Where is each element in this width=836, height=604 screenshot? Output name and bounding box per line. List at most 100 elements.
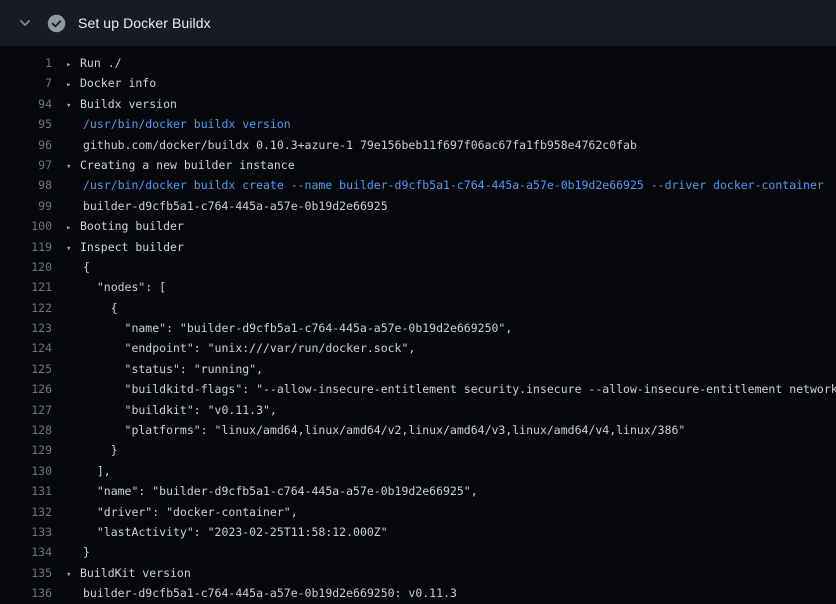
log-group-toggle[interactable]: ▸Docker info — [66, 73, 836, 93]
log-output-text: } — [66, 440, 836, 460]
line-number[interactable]: 98 — [16, 175, 52, 195]
log-line: 129 } — [0, 440, 836, 460]
group-label: Run ./ — [80, 56, 122, 70]
line-number[interactable]: 100 — [16, 216, 52, 236]
log-line: 132 "driver": "docker-container", — [0, 502, 836, 522]
line-number[interactable]: 125 — [16, 359, 52, 379]
line-number[interactable]: 97 — [16, 155, 52, 175]
line-number[interactable]: 129 — [16, 440, 52, 460]
log-output-text: "platforms": "linux/amd64,linux/amd64/v2… — [66, 420, 836, 440]
log-group-toggle[interactable]: ▾Inspect builder — [66, 237, 836, 257]
log-output-text: { — [66, 257, 836, 277]
log-line: 120 { — [0, 257, 836, 277]
triangle-expanded-icon: ▾ — [66, 239, 80, 257]
line-number[interactable]: 123 — [16, 318, 52, 338]
triangle-collapsed-icon: ▸ — [66, 75, 80, 93]
check-circle-icon — [46, 13, 66, 33]
log-output-text: builder-d9cfb5a1-c764-445a-a57e-0b19d2e6… — [66, 196, 836, 216]
line-number[interactable]: 131 — [16, 481, 52, 501]
log-group-toggle[interactable]: ▸Booting builder — [66, 216, 836, 236]
line-number[interactable]: 7 — [16, 73, 52, 93]
triangle-expanded-icon: ▾ — [66, 565, 80, 583]
log-line: 119 ▾Inspect builder — [0, 237, 836, 257]
log-output-text: "lastActivity": "2023-02-25T11:58:12.000… — [66, 522, 836, 542]
log-line: 134 } — [0, 542, 836, 562]
log-output-text: "endpoint": "unix:///var/run/docker.sock… — [66, 338, 836, 358]
step-title: Set up Docker Buildx — [78, 15, 211, 31]
log-output-text: "name": "builder-d9cfb5a1-c764-445a-a57e… — [66, 481, 836, 501]
line-number[interactable]: 135 — [16, 563, 52, 583]
line-number[interactable]: 132 — [16, 502, 52, 522]
log-group-toggle[interactable]: ▸Run ./ — [66, 53, 836, 73]
group-label: BuildKit version — [80, 566, 191, 580]
log-lines: 1 ▸Run ./ 7 ▸Docker info 94 ▾Buildx vers… — [0, 46, 836, 604]
log-line: 123 "name": "builder-d9cfb5a1-c764-445a-… — [0, 318, 836, 338]
line-number[interactable]: 133 — [16, 522, 52, 542]
log-output-text: "buildkit": "v0.11.3", — [66, 400, 836, 420]
line-number[interactable]: 99 — [16, 196, 52, 216]
line-number[interactable]: 128 — [16, 420, 52, 440]
log-group-toggle[interactable]: ▾Creating a new builder instance — [66, 155, 836, 175]
log-line: 100 ▸Booting builder — [0, 216, 836, 236]
log-output-text: ], — [66, 461, 836, 481]
log-output-text: "driver": "docker-container", — [66, 502, 836, 522]
log-output-text: "buildkitd-flags": "--allow-insecure-ent… — [66, 379, 836, 399]
log-line: 7 ▸Docker info — [0, 73, 836, 93]
line-number[interactable]: 1 — [16, 53, 52, 73]
log-group-toggle[interactable]: ▾BuildKit version — [66, 563, 836, 583]
log-line: 128 "platforms": "linux/amd64,linux/amd6… — [0, 420, 836, 440]
line-number[interactable]: 120 — [16, 257, 52, 277]
log-output-text: { — [66, 298, 836, 318]
log-output-text: builder-d9cfb5a1-c764-445a-a57e-0b19d2e6… — [66, 583, 836, 603]
log-line: 98 /usr/bin/docker buildx create --name … — [0, 175, 836, 195]
log-line: 96 github.com/docker/buildx 0.10.3+azure… — [0, 135, 836, 155]
log-output-text: "nodes": [ — [66, 277, 836, 297]
group-label: Inspect builder — [80, 240, 184, 254]
log-line: 121 "nodes": [ — [0, 277, 836, 297]
line-number[interactable]: 95 — [16, 114, 52, 134]
group-label: Buildx version — [80, 97, 177, 111]
step-header: Set up Docker Buildx — [0, 0, 836, 46]
triangle-expanded-icon: ▾ — [66, 157, 80, 175]
log-line: 136 builder-d9cfb5a1-c764-445a-a57e-0b19… — [0, 583, 836, 603]
log-line: 124 "endpoint": "unix:///var/run/docker.… — [0, 338, 836, 358]
triangle-collapsed-icon: ▸ — [66, 55, 80, 73]
log-line: 94 ▾Buildx version — [0, 94, 836, 114]
log-output-text: github.com/docker/buildx 0.10.3+azure-1 … — [66, 135, 836, 155]
log-line: 130 ], — [0, 461, 836, 481]
line-number[interactable]: 130 — [16, 461, 52, 481]
line-number[interactable]: 121 — [16, 277, 52, 297]
line-number[interactable]: 122 — [16, 298, 52, 318]
log-command-text: /usr/bin/docker buildx version — [66, 114, 836, 134]
log-line: 122 { — [0, 298, 836, 318]
line-number[interactable]: 124 — [16, 338, 52, 358]
log-line: 135 ▾BuildKit version — [0, 563, 836, 583]
triangle-collapsed-icon: ▸ — [66, 218, 80, 236]
log-line: 133 "lastActivity": "2023-02-25T11:58:12… — [0, 522, 836, 542]
log-line: 99 builder-d9cfb5a1-c764-445a-a57e-0b19d… — [0, 196, 836, 216]
line-number[interactable]: 126 — [16, 379, 52, 399]
line-number[interactable]: 136 — [16, 583, 52, 603]
line-number[interactable]: 134 — [16, 542, 52, 562]
log-group-toggle[interactable]: ▾Buildx version — [66, 94, 836, 114]
log-line: 97 ▾Creating a new builder instance — [0, 155, 836, 175]
log-output-text: } — [66, 542, 836, 562]
line-number[interactable]: 127 — [16, 400, 52, 420]
line-number[interactable]: 96 — [16, 135, 52, 155]
log-line: 125 "status": "running", — [0, 359, 836, 379]
group-label: Booting builder — [80, 219, 184, 233]
line-number[interactable]: 94 — [16, 94, 52, 114]
chevron-down-icon[interactable] — [14, 12, 36, 34]
group-label: Creating a new builder instance — [80, 158, 295, 172]
log-line: 131 "name": "builder-d9cfb5a1-c764-445a-… — [0, 481, 836, 501]
log-output-text: "name": "builder-d9cfb5a1-c764-445a-a57e… — [66, 318, 836, 338]
triangle-expanded-icon: ▾ — [66, 96, 80, 114]
log-line: 126 "buildkitd-flags": "--allow-insecure… — [0, 379, 836, 399]
log-line: 95 /usr/bin/docker buildx version — [0, 114, 836, 134]
log-line: 127 "buildkit": "v0.11.3", — [0, 400, 836, 420]
log-command-text: /usr/bin/docker buildx create --name bui… — [66, 175, 836, 195]
group-label: Docker info — [80, 76, 156, 90]
line-number[interactable]: 119 — [16, 237, 52, 257]
log-line: 1 ▸Run ./ — [0, 53, 836, 73]
log-output-text: "status": "running", — [66, 359, 836, 379]
